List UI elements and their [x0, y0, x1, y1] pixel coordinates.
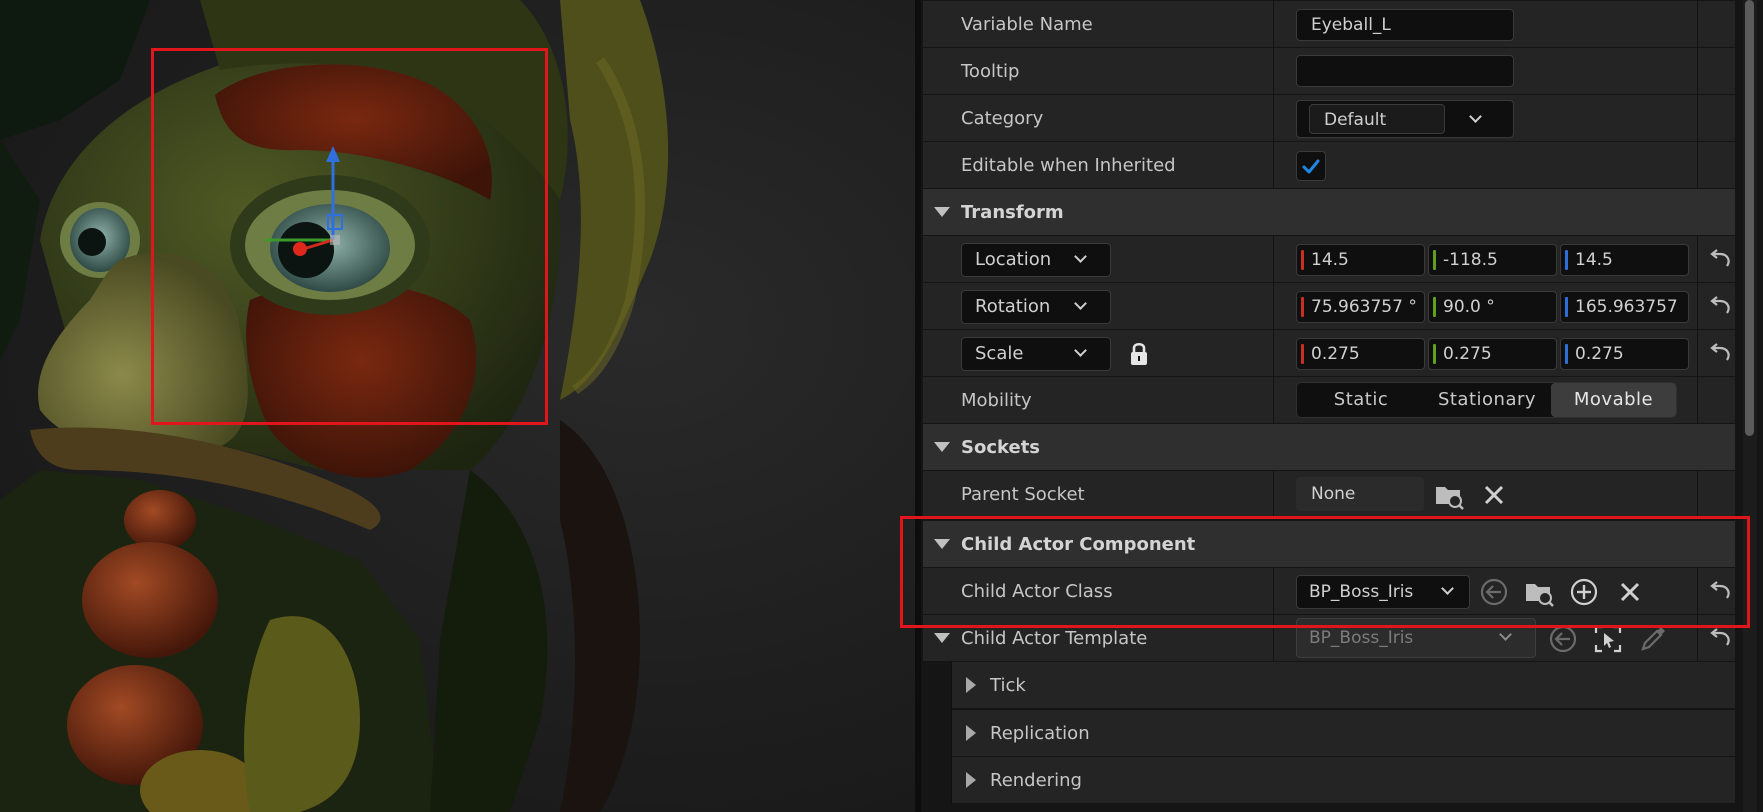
variable-name-input[interactable]: Eyeball_L	[1296, 9, 1514, 41]
collapse-arrow-icon[interactable]	[934, 442, 950, 452]
transform-title: Transform	[961, 202, 1064, 223]
variable-name-label: Variable Name	[961, 14, 1093, 35]
tick-subsection[interactable]: Tick	[951, 662, 1735, 709]
category-label: Category	[961, 108, 1044, 129]
collapse-arrow-icon[interactable]	[934, 207, 950, 217]
location-mode-dropdown[interactable]: Location	[961, 243, 1111, 277]
chevron-down-icon	[1074, 250, 1087, 263]
mobility-movable-option[interactable]: Movable	[1551, 383, 1676, 417]
scale-row: Scale 0.275 0.275 0.275	[923, 330, 1735, 377]
parent-socket-label: Parent Socket	[961, 484, 1085, 505]
chevron-down-icon	[1074, 297, 1087, 310]
mobility-label: Mobility	[961, 390, 1032, 411]
expand-arrow-icon[interactable]	[966, 772, 976, 788]
scale-y-field[interactable]: 0.275	[1428, 338, 1557, 370]
checkmark-icon	[1302, 159, 1320, 174]
rotation-y-field[interactable]: 90.0 °	[1428, 291, 1557, 323]
editable-inherited-row: Editable when Inherited	[923, 142, 1735, 189]
category-row: Category Default	[923, 95, 1735, 142]
location-y-field[interactable]: -118.5	[1428, 244, 1557, 276]
panel-left-rail	[915, 0, 921, 812]
scale-mode-dropdown[interactable]: Scale	[961, 337, 1111, 371]
viewport-highlight-box	[151, 48, 548, 425]
mobility-stationary-option[interactable]: Stationary	[1423, 383, 1551, 417]
location-x-field[interactable]: 14.5	[1296, 244, 1425, 276]
location-label: Location	[975, 249, 1052, 270]
rotation-z-field[interactable]: 165.963757	[1560, 291, 1689, 323]
scale-z-field[interactable]: 0.275	[1560, 338, 1689, 370]
reset-to-default-icon[interactable]	[1707, 627, 1733, 649]
parent-socket-value[interactable]: None	[1296, 477, 1424, 511]
location-z-field[interactable]: 14.5	[1560, 244, 1689, 276]
rotation-label: Rotation	[975, 296, 1051, 317]
reset-to-default-icon[interactable]	[1707, 248, 1733, 270]
browse-folder-icon[interactable]	[1433, 479, 1465, 511]
rotation-mode-dropdown[interactable]: Rotation	[961, 290, 1111, 324]
collapse-arrow-icon[interactable]	[934, 633, 950, 643]
mobility-row: Mobility Static Stationary Movable	[923, 377, 1735, 424]
tooltip-label: Tooltip	[961, 61, 1020, 82]
reset-to-default-icon[interactable]	[1707, 295, 1733, 317]
replication-label: Replication	[990, 723, 1090, 744]
details-scrollbar-thumb[interactable]	[1745, 0, 1754, 436]
clear-x-icon[interactable]	[1478, 479, 1510, 511]
reset-to-default-icon[interactable]	[1707, 342, 1733, 364]
editable-inherited-label: Editable when Inherited	[961, 155, 1176, 176]
scale-label: Scale	[975, 343, 1024, 364]
chevron-down-icon	[1469, 110, 1482, 123]
details-panel: Variable Name Eyeball_L Tooltip Category…	[900, 0, 1763, 812]
variable-name-row: Variable Name Eyeball_L	[923, 1, 1735, 48]
mobility-segmented-control: Static Stationary Movable	[1296, 382, 1677, 418]
location-row: Location 14.5 -118.5 14.5	[923, 236, 1735, 283]
rotation-x-field[interactable]: 75.963757 °	[1296, 291, 1425, 323]
child-actor-highlight-box	[900, 516, 1750, 628]
level-viewport[interactable]	[0, 0, 915, 812]
sockets-category-header[interactable]: Sockets	[923, 424, 1735, 471]
rendering-label: Rendering	[990, 770, 1082, 791]
transform-category-header[interactable]: Transform	[923, 189, 1735, 236]
category-combo[interactable]: Default	[1296, 100, 1514, 138]
tick-label: Tick	[990, 675, 1026, 696]
parent-socket-row: Parent Socket None	[923, 471, 1735, 518]
tooltip-row: Tooltip	[923, 48, 1735, 95]
expand-arrow-icon[interactable]	[966, 725, 976, 741]
expand-arrow-icon[interactable]	[966, 677, 976, 693]
sockets-title: Sockets	[961, 437, 1041, 458]
mobility-static-option[interactable]: Static	[1299, 383, 1423, 417]
lock-icon[interactable]	[1123, 338, 1155, 370]
replication-subsection[interactable]: Replication	[951, 710, 1735, 757]
scale-x-field[interactable]: 0.275	[1296, 338, 1425, 370]
chevron-down-icon	[1499, 628, 1512, 641]
editable-inherited-checkbox[interactable]	[1296, 151, 1326, 181]
rotation-row: Rotation 75.963757 ° 90.0 ° 165.963757	[923, 283, 1735, 330]
rendering-subsection[interactable]: Rendering	[951, 757, 1735, 804]
category-value: Default	[1309, 104, 1445, 134]
tooltip-input[interactable]	[1296, 55, 1514, 87]
chevron-down-icon	[1074, 344, 1087, 357]
